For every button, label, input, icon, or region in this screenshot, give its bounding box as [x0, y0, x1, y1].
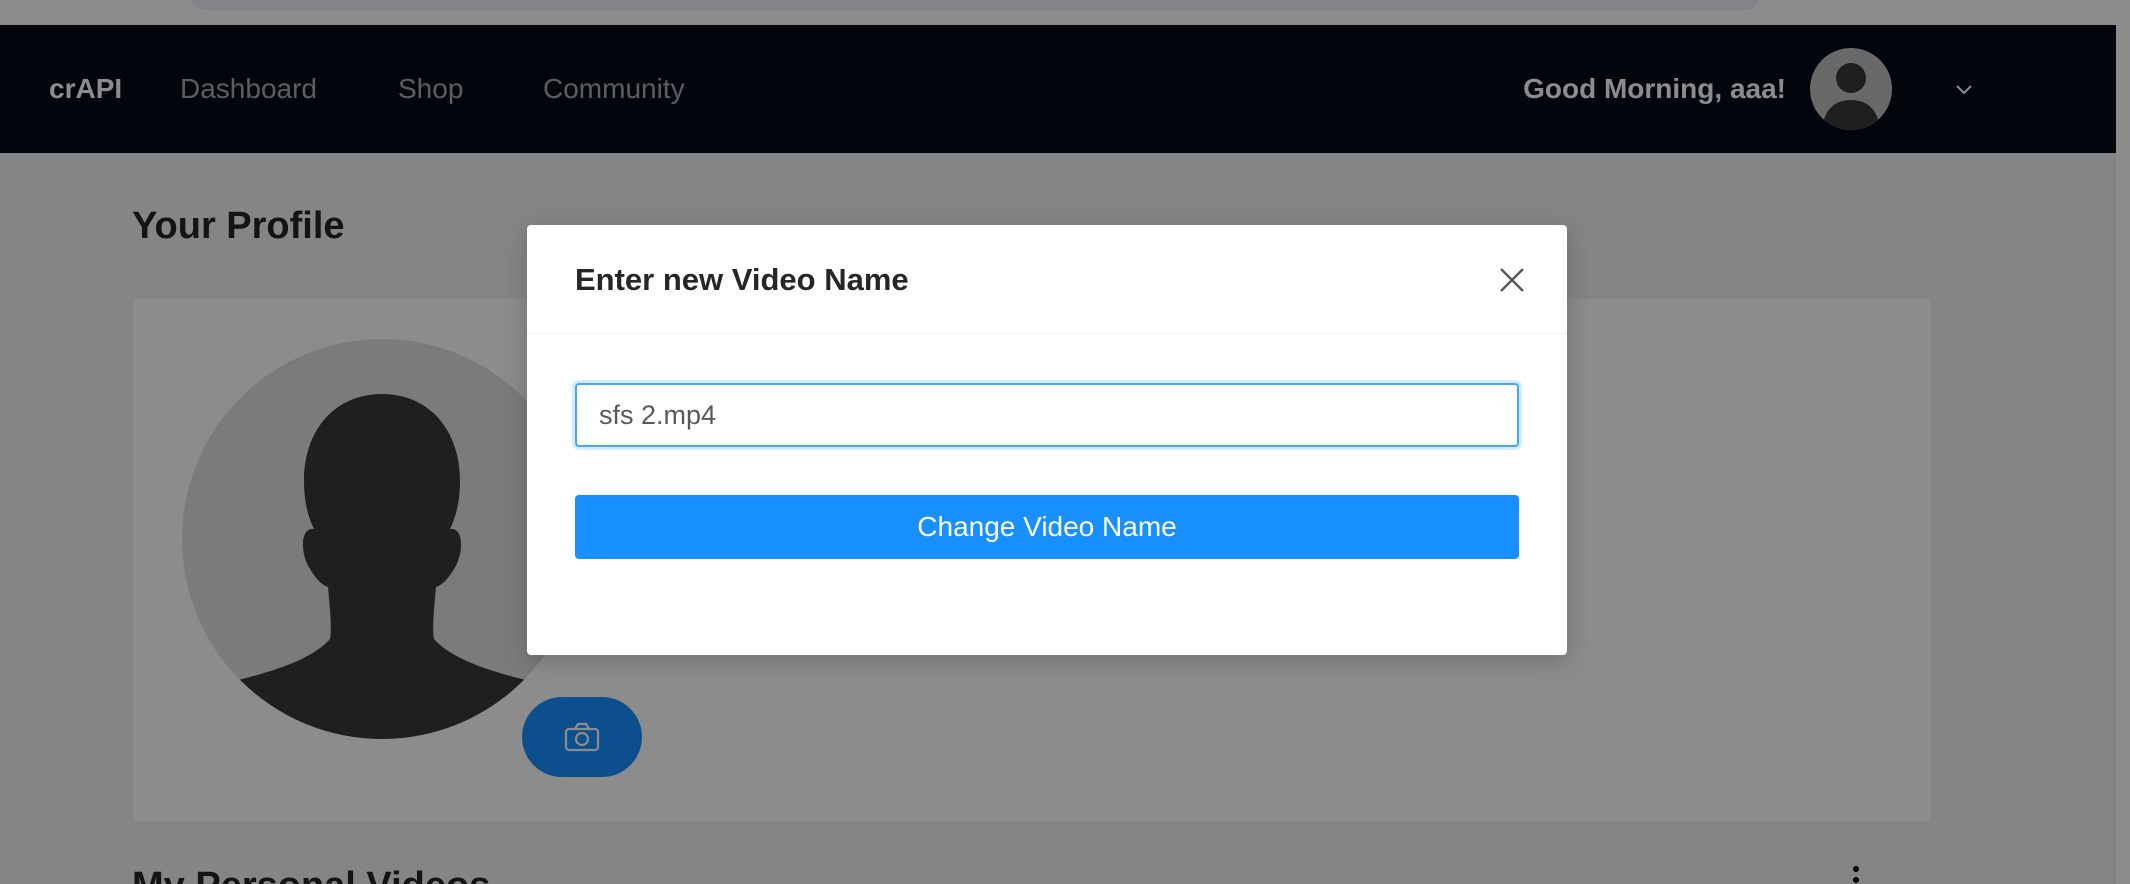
modal-header: Enter new Video Name — [527, 225, 1567, 334]
close-icon[interactable] — [1495, 263, 1529, 297]
rename-video-modal: Enter new Video Name Change Video Name — [527, 225, 1567, 655]
video-name-input[interactable] — [575, 383, 1519, 447]
modal-title: Enter new Video Name — [575, 262, 909, 297]
page: crAPI Dashboard Shop Community Good Morn… — [0, 0, 2130, 884]
change-video-name-button[interactable]: Change Video Name — [575, 495, 1519, 559]
